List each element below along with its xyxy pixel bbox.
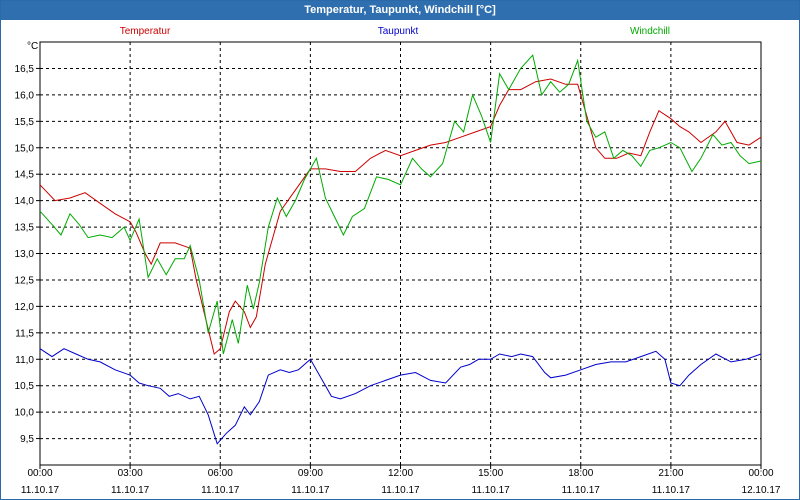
- x-tick-time-label: 00:00: [748, 468, 773, 479]
- y-axis-ticks: 9,5 10,0 10,5 11,0 11,5 12,0 12,5 13,0 13,5 14,0 1…: [15, 64, 40, 445]
- x-tick-date-label: 12.10.17: [742, 485, 781, 496]
- y-tick-label: 16,0: [15, 90, 35, 101]
- x-tick-time-label: 12:00: [388, 468, 413, 479]
- y-tick-label: 15,0: [15, 143, 35, 154]
- x-tick-date-label: 11.10.17: [291, 485, 330, 496]
- legend: Temperatur Taupunkt Windchill: [120, 26, 670, 37]
- x-tick-time-label: 15:00: [478, 468, 503, 479]
- x-tick-date-label: 11.10.17: [111, 485, 150, 496]
- x-tick-date-label: 11.10.17: [201, 485, 240, 496]
- legend-entry-temperatur: Temperatur: [120, 26, 171, 37]
- y-tick-label: 10,5: [15, 381, 35, 392]
- x-tick-time-label: 18:00: [568, 468, 593, 479]
- grid-lines: [40, 42, 761, 465]
- x-tick-date-label: 11.10.17: [472, 485, 511, 496]
- y-tick-label: 13,5: [15, 223, 35, 234]
- x-tick-date-label: 11.10.17: [562, 485, 601, 496]
- y-tick-label: 11,0: [15, 355, 34, 366]
- y-tick-label: 12,5: [15, 275, 35, 286]
- legend-entry-taupunkt: Taupunkt: [378, 26, 419, 37]
- legend-entry-windchill: Windchill: [630, 26, 670, 37]
- y-axis-unit-label: °C: [27, 41, 38, 52]
- x-tick-time-label: 00:00: [27, 468, 52, 479]
- x-tick-time-label: 06:00: [208, 468, 233, 479]
- x-tick-date-label: 11.10.17: [381, 485, 420, 496]
- x-tick-date-label: 11.10.17: [652, 485, 691, 496]
- x-tick-time-label: 09:00: [298, 468, 323, 479]
- x-axis-ticks: 00:00 11.10.17 03:00 11.10.17 06:00 11.10.17 0…: [21, 465, 781, 496]
- y-tick-label: 14,0: [15, 196, 35, 207]
- x-tick-time-label: 21:00: [658, 468, 683, 479]
- y-tick-label: 13,0: [15, 249, 35, 260]
- y-tick-label: 16,5: [15, 64, 35, 75]
- y-tick-label: 9,5: [20, 434, 34, 445]
- line-chart: °C 9,5 10,0 10,5 11,0 11,5 12,0 12,5 13,0 13,5 14…: [15, 26, 781, 496]
- y-tick-label: 15,5: [15, 117, 35, 128]
- window-title: Temperatur, Taupunkt, Windchill [°C]: [1, 1, 799, 20]
- chart-window: Temperatur, Taupunkt, Windchill [°C] °C …: [0, 0, 800, 500]
- x-tick-date-label: 11.10.17: [21, 485, 60, 496]
- y-tick-label: 11,5: [15, 328, 34, 339]
- x-tick-time-label: 03:00: [118, 468, 143, 479]
- y-tick-label: 10,0: [15, 408, 35, 419]
- y-tick-label: 12,0: [15, 302, 35, 313]
- y-tick-label: 14,5: [15, 170, 35, 181]
